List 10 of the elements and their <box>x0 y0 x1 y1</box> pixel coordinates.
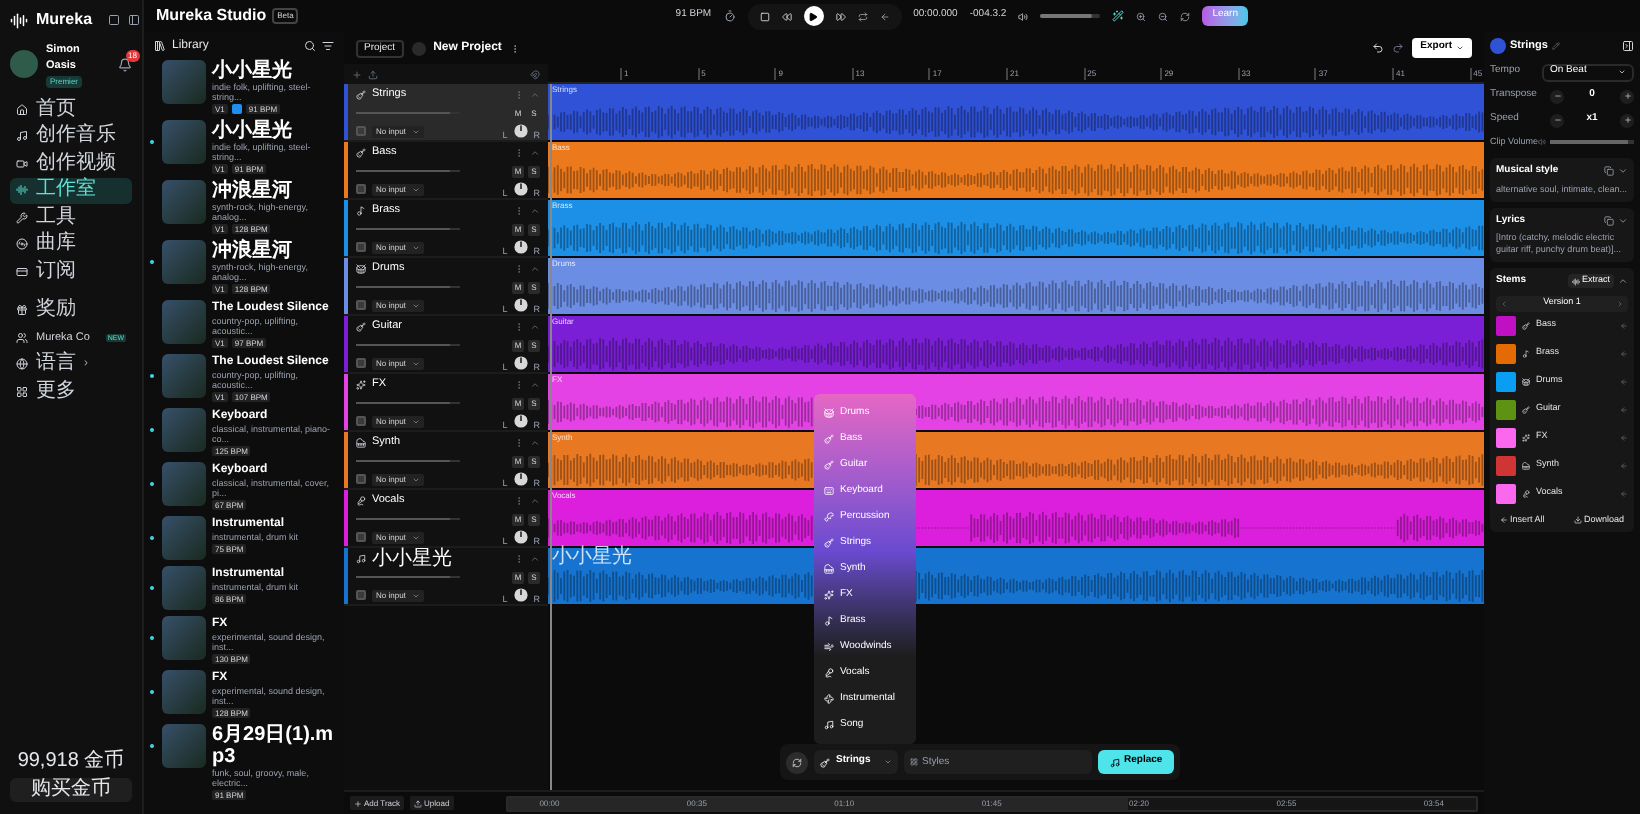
track-title: 冲浪星河 <box>212 180 294 202</box>
app-title: Mureka Studio <box>156 4 267 28</box>
track-title: 冲浪星河 <box>212 240 294 262</box>
track-title: 6月29日(1).mp3 <box>212 724 336 768</box>
track-title: 小小星光 <box>212 60 294 82</box>
logo-text: Mureka <box>36 8 93 32</box>
clip-label: 小小星光 <box>552 548 632 568</box>
credits-balance: 99,918 金币 <box>15 750 127 772</box>
track-name: 小小星光 <box>372 550 452 568</box>
track-title: 小小星光 <box>212 120 294 142</box>
